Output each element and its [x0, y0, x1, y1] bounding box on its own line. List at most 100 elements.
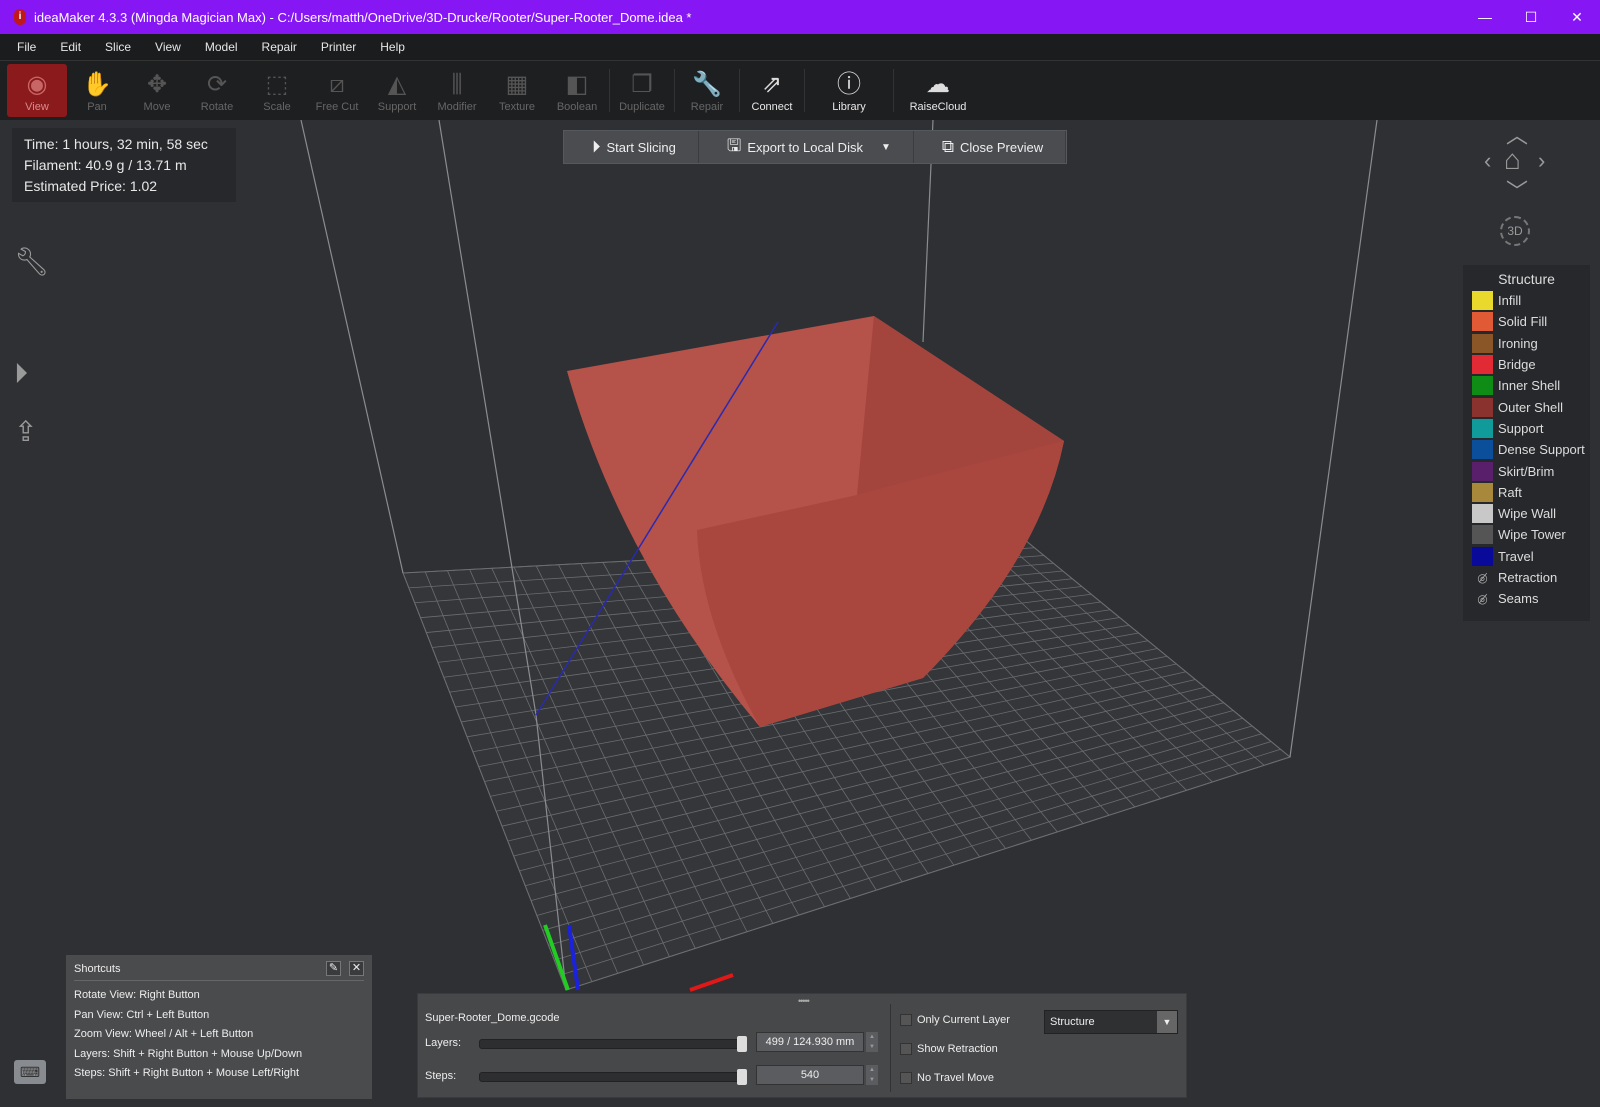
menu-slice[interactable]: Slice [93, 40, 143, 54]
eye-hidden-icon[interactable]: ◎̸ [1472, 571, 1493, 585]
menu-help[interactable]: Help [368, 40, 417, 54]
steps-label: Steps: [425, 1070, 457, 1082]
legend-toggle-seams[interactable]: ◎̸ Seams [1463, 588, 1590, 609]
tool-view[interactable]: ◉ View [7, 64, 67, 117]
gcode-filename: Super-Rooter_Dome.gcode [425, 1012, 560, 1024]
legend-item[interactable]: Infill [1463, 290, 1590, 311]
export-dropdown-icon[interactable]: ▼ [881, 142, 891, 153]
filament-usage: Filament: 40.9 g / 13.71 m [24, 157, 187, 173]
tool-library[interactable]: ⓘ Library [807, 61, 891, 120]
legend-item[interactable]: Outer Shell [1463, 396, 1590, 417]
steps-slider[interactable] [479, 1069, 747, 1085]
tool-duplicate[interactable]: ❐ Duplicate [612, 61, 672, 120]
start-slicing-button[interactable]: ⏵ Start Slicing [564, 131, 699, 163]
rotate-down-icon[interactable]: ﹀ [1506, 174, 1528, 206]
minimize-button[interactable]: — [1462, 0, 1508, 34]
library-icon: ⓘ [837, 70, 861, 98]
legend-item[interactable]: Ironing [1463, 333, 1590, 354]
drag-handle[interactable]: ••••• [798, 996, 810, 1006]
legend-item[interactable]: Bridge [1463, 354, 1590, 375]
layers-slider[interactable] [479, 1036, 747, 1052]
edit-icon[interactable]: ✎ [326, 961, 341, 976]
tool-texture[interactable]: ▦ Texture [487, 61, 547, 120]
layers-slider-thumb[interactable] [737, 1036, 747, 1052]
legend-item[interactable]: Inner Shell [1463, 375, 1590, 396]
only-current-layer-checkbox[interactable]: Only Current Layer [900, 1014, 1010, 1026]
upload-icon[interactable]: ⇪ [14, 415, 37, 448]
rotate-right-icon[interactable]: › [1538, 148, 1545, 174]
build-volume-edge [300, 120, 404, 574]
shortcut-line: Rotate View: Right Button [74, 989, 200, 1001]
legend-item[interactable]: Support [1463, 418, 1590, 439]
legend-item[interactable]: Wipe Tower [1463, 524, 1590, 545]
legend-item[interactable]: Raft [1463, 482, 1590, 503]
tool-support[interactable]: ◭ Support [367, 61, 427, 120]
steps-spinner[interactable]: ▲ ▼ [866, 1065, 878, 1085]
legend-item[interactable]: Travel [1463, 546, 1590, 567]
layers-input[interactable]: 499 / 124.930 mm [756, 1032, 864, 1052]
export-label: Export to Local Disk [747, 139, 863, 155]
tool-free-cut[interactable]: ⧄ Free Cut [307, 61, 367, 120]
home-icon[interactable]: ⌂ [1504, 144, 1521, 176]
tool-raisecloud[interactable]: ☁ RaiseCloud [896, 61, 980, 120]
steps-input[interactable]: 540 [756, 1065, 864, 1085]
tool-move[interactable]: ✥ Move [127, 61, 187, 120]
tool-scale[interactable]: ⬚ Scale [247, 61, 307, 120]
tool-rotate[interactable]: ⟳ Rotate [187, 61, 247, 120]
rotate-left-icon[interactable]: ‹ [1484, 148, 1491, 174]
legend-toggle-retraction[interactable]: ◎̸ Retraction [1463, 567, 1590, 588]
close-preview-icon: ⧉ [941, 137, 955, 156]
legend-item[interactable]: Dense Support [1463, 439, 1590, 460]
legend-item[interactable]: Wipe Wall [1463, 503, 1590, 524]
steps-slider-thumb[interactable] [737, 1069, 747, 1085]
toolbar-separator [609, 69, 610, 112]
layers-spinner[interactable]: ▲ ▼ [866, 1032, 878, 1052]
legend-label: Wipe Tower [1498, 527, 1566, 543]
play-circle-icon[interactable]: ⏵ [14, 358, 28, 391]
tool-repair[interactable]: 🔧 Repair [677, 61, 737, 120]
tool-label: Boolean [556, 100, 598, 113]
window-title: ideaMaker 4.3.3 (Mingda Magician Max) - … [34, 9, 692, 25]
tool-label: RaiseCloud [909, 100, 967, 113]
keyboard-icon[interactable]: ⌨ [14, 1060, 46, 1084]
no-travel-move-checkbox[interactable]: No Travel Move [900, 1072, 994, 1084]
show-retraction-checkbox[interactable]: Show Retraction [900, 1043, 998, 1055]
eye-hidden-icon[interactable]: ◎̸ [1472, 592, 1493, 606]
tool-boolean[interactable]: ◧ Boolean [547, 61, 607, 120]
tool-modifier[interactable]: ⫼ Modifier [427, 61, 487, 120]
toolbar-separator [739, 69, 740, 112]
legend-swatch [1472, 461, 1493, 481]
toolbar-separator [893, 69, 894, 112]
close-preview-button[interactable]: ⧉ Close Preview [914, 131, 1067, 163]
legend-item[interactable]: Solid Fill [1463, 311, 1590, 332]
legend-swatch [1472, 291, 1493, 311]
menu-view[interactable]: View [143, 40, 193, 54]
export-button[interactable]: 🖫 Export to Local Disk ▼ [699, 131, 914, 163]
menu-repair[interactable]: Repair [250, 40, 309, 54]
wrench-icon[interactable]: 🔧︎ [14, 245, 50, 278]
menu-edit[interactable]: Edit [48, 40, 93, 54]
menu-file[interactable]: File [0, 40, 48, 54]
boolean-icon: ◧ [565, 70, 589, 98]
close-window-button[interactable]: ✕ [1554, 0, 1600, 34]
tool-label: Texture [498, 100, 536, 113]
divider [890, 1004, 891, 1092]
tool-pan[interactable]: ✋ Pan [67, 61, 127, 120]
toolbar-separator [674, 69, 675, 112]
save-disk-icon: 🖫 [726, 135, 742, 155]
rotate-icon: ⟳ [206, 70, 228, 98]
maximize-button[interactable]: ☐ [1508, 0, 1554, 34]
view-mode-select[interactable]: Structure ▼ [1044, 1010, 1178, 1034]
legend-label: Wipe Wall [1498, 506, 1557, 522]
tool-connect[interactable]: ⇗ Connect [742, 61, 802, 120]
cut-icon: ⧄ [329, 70, 345, 98]
menu-model[interactable]: Model [193, 40, 250, 54]
structure-legend: Structure Infill Solid Fill Ironing Bridge I… [1463, 265, 1590, 621]
legend-item[interactable]: Skirt/Brim [1463, 460, 1590, 481]
eye-icon: ◉ [26, 70, 48, 98]
chevron-down-icon[interactable]: ▼ [1157, 1011, 1177, 1033]
menu-printer[interactable]: Printer [309, 40, 368, 54]
3d-view-icon[interactable]: 3D [1500, 216, 1530, 246]
print-info-panel: Time: 1 hours, 32 min, 58 sec Filament: … [12, 128, 236, 202]
close-icon[interactable]: ✕ [349, 961, 364, 976]
